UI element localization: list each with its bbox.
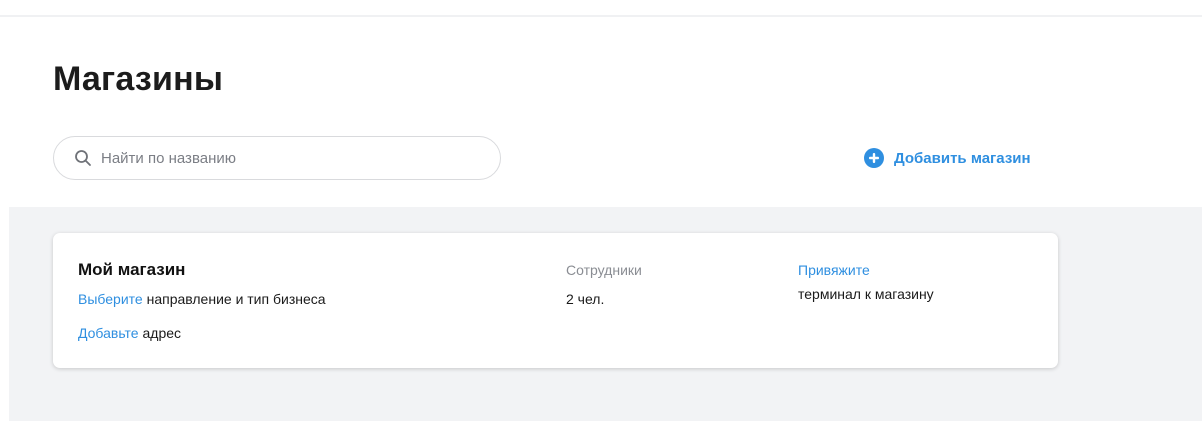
bind-terminal-link[interactable]: Привяжите	[798, 262, 870, 278]
store-business-line: Выберите направление и тип бизнеса	[78, 291, 326, 307]
add-store-label: Добавить магазин	[894, 149, 1031, 167]
store-name: Мой магазин	[78, 260, 186, 279]
add-address-link[interactable]: Добавьте	[78, 325, 139, 341]
business-text: направление и тип бизнеса	[146, 291, 326, 307]
search-input[interactable]	[101, 149, 481, 167]
search-icon	[75, 150, 91, 166]
page-title: Магазины	[53, 60, 224, 98]
choose-business-link[interactable]: Выберите	[78, 291, 143, 307]
add-store-button[interactable]: Добавить магазин	[864, 146, 1031, 170]
plus-circle-icon	[864, 148, 884, 168]
store-address-line: Добавьте адрес	[78, 325, 181, 341]
terminal-text: терминал к магазину	[798, 286, 934, 302]
stores-page: Магазины Добавить магазин Мой магазин Вы…	[0, 0, 1202, 421]
employees-label: Сотрудники	[566, 262, 642, 278]
address-text: адрес	[142, 325, 182, 341]
store-card[interactable]: Мой магазин Выберите направление и тип б…	[53, 233, 1058, 368]
top-divider	[0, 15, 1202, 17]
employees-count: 2 чел.	[566, 291, 605, 307]
search-box[interactable]	[53, 136, 501, 180]
